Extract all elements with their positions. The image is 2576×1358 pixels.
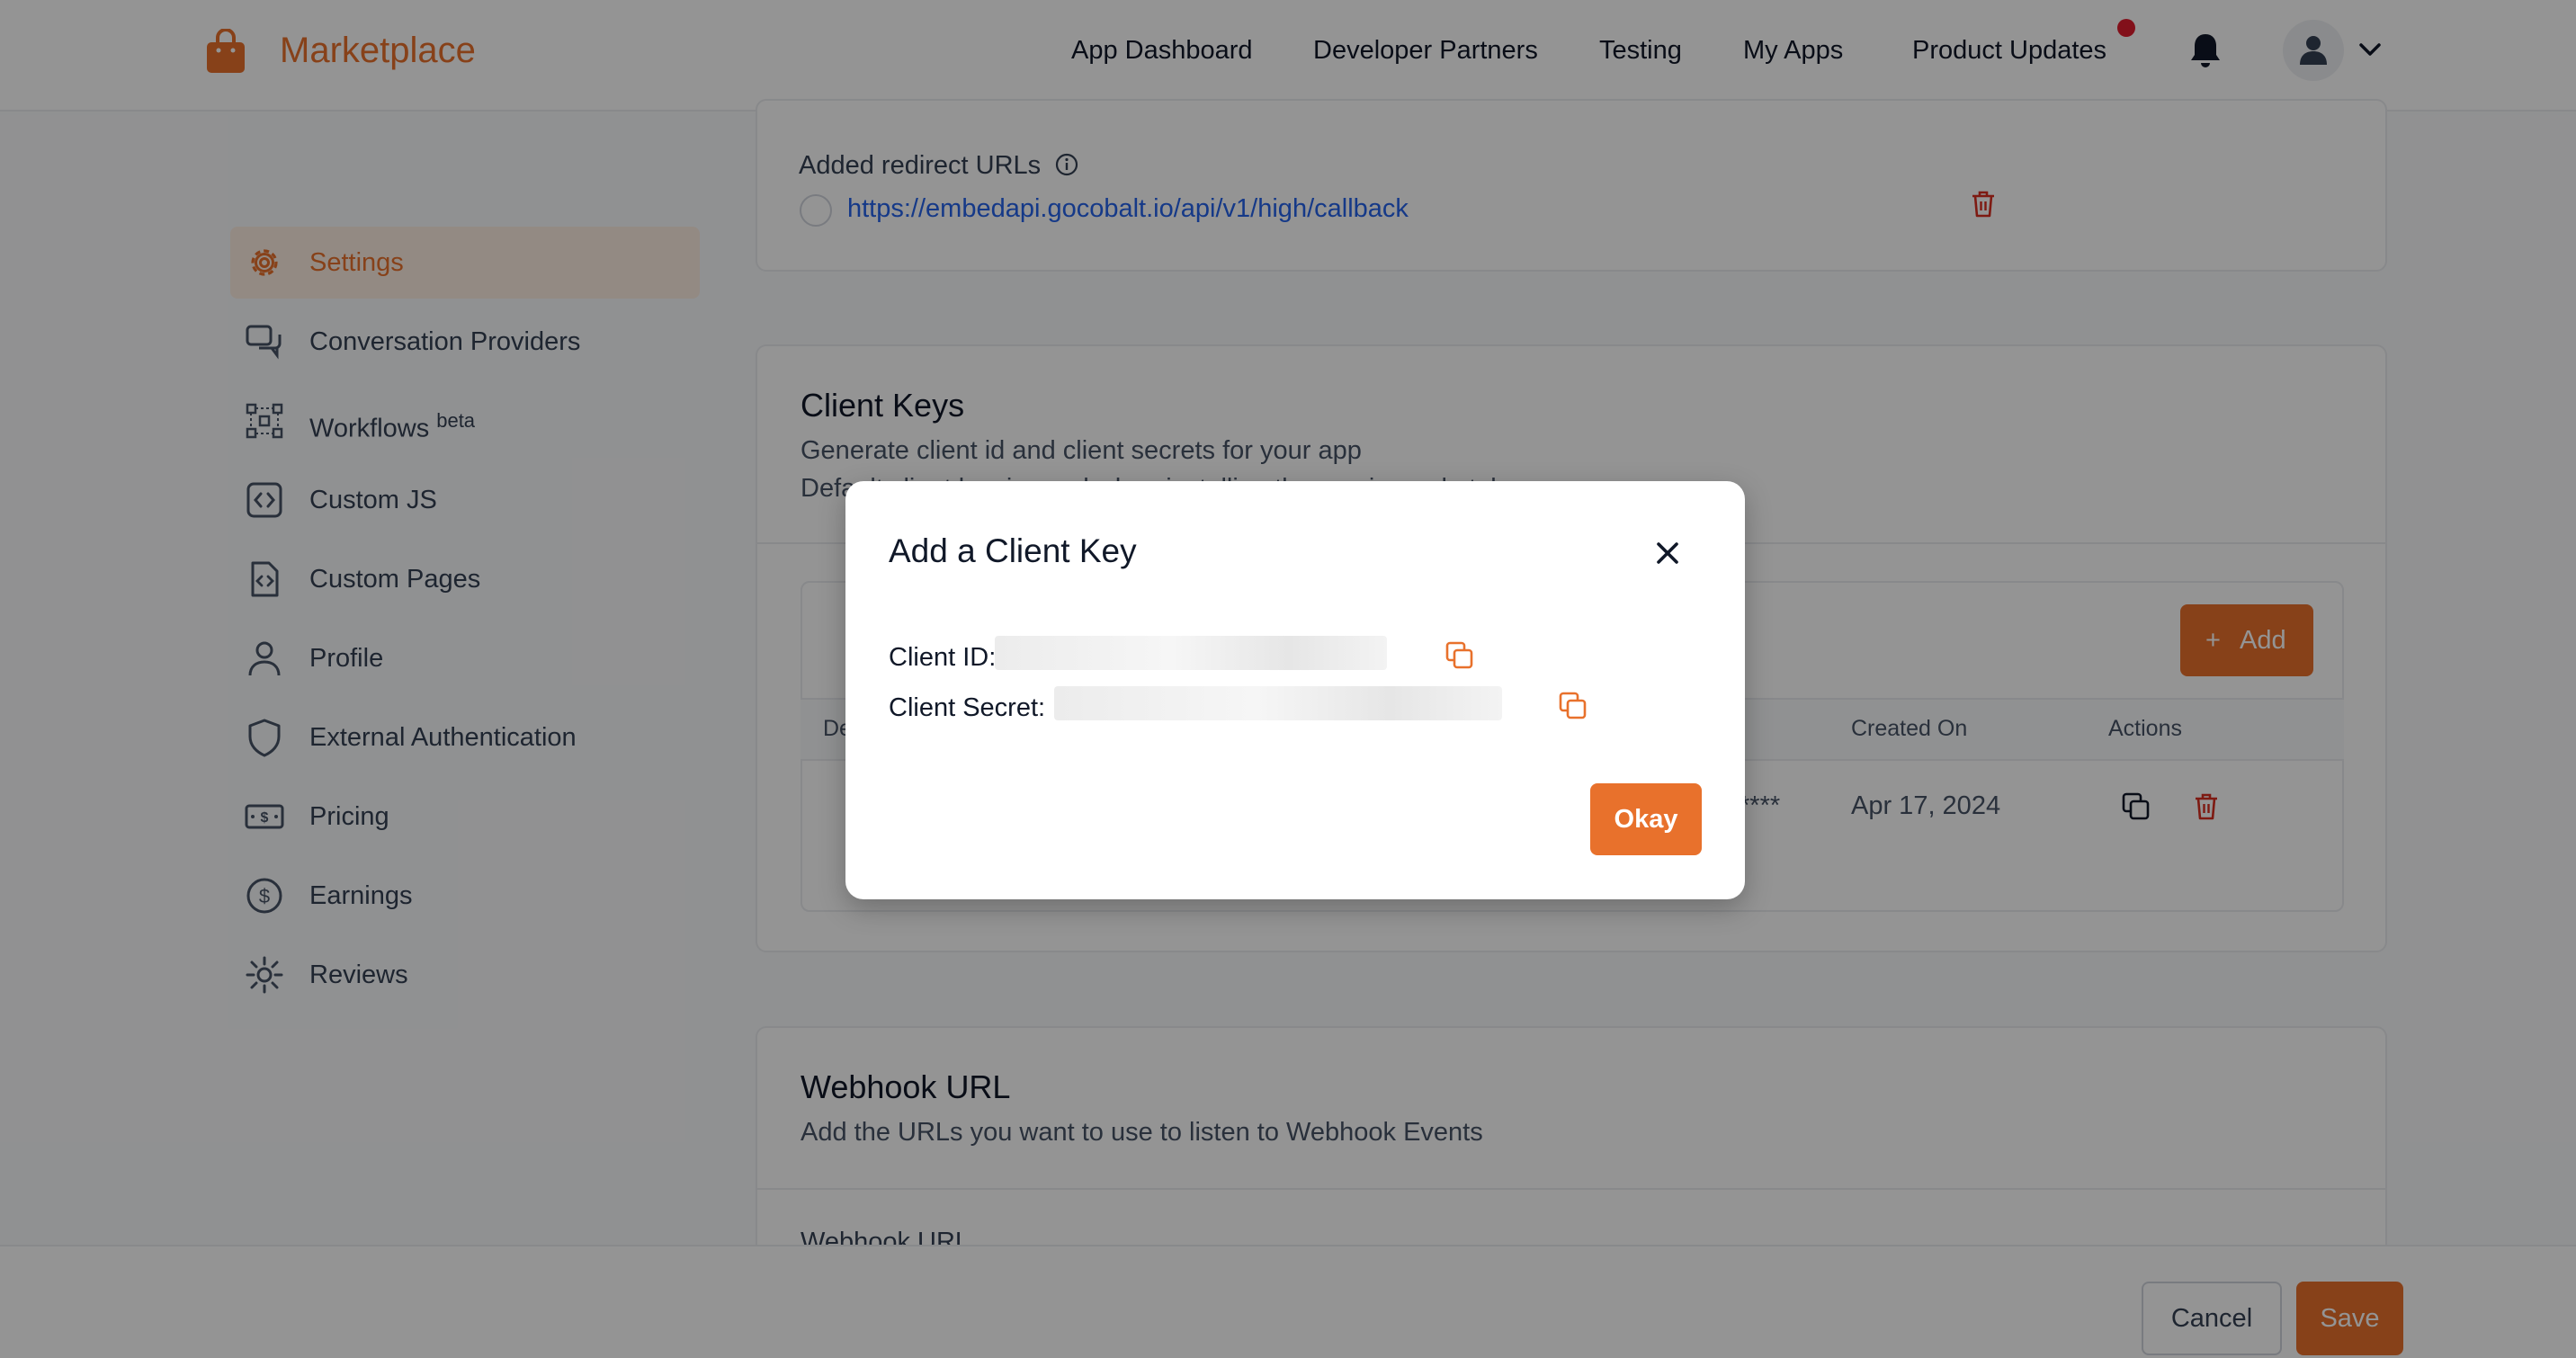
okay-button[interactable]: Okay — [1590, 783, 1702, 855]
copy-client-secret-icon[interactable] — [1558, 691, 1588, 721]
client-secret-label: Client Secret: — [889, 693, 1046, 722]
close-icon[interactable] — [1651, 537, 1684, 569]
copy-client-id-icon[interactable] — [1445, 640, 1475, 671]
client-secret-value-redacted — [1054, 686, 1502, 720]
client-id-label: Client ID: — [889, 643, 997, 672]
client-id-value-redacted — [995, 636, 1387, 670]
modal-title: Add a Client Key — [889, 532, 1137, 569]
add-client-key-modal: Add a Client Key Client ID: Client Secre… — [845, 481, 1745, 899]
